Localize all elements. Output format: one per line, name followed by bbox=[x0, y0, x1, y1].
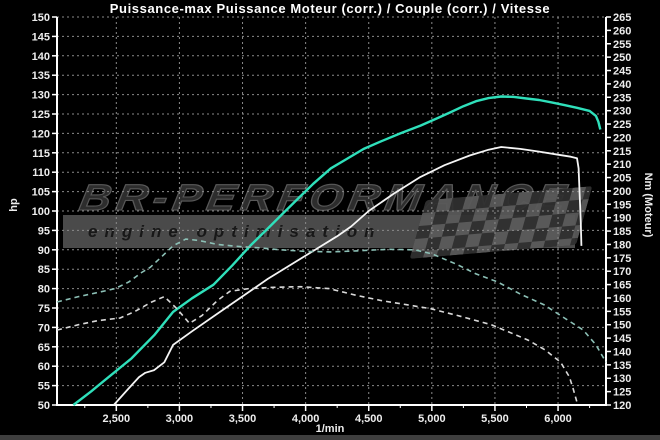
y-left-tick-label: 50 bbox=[38, 400, 50, 412]
y-right-tick-label: 130 bbox=[613, 373, 631, 385]
dyno-chart-screen: Puissance-max Puissance Moteur (corr.) /… bbox=[0, 0, 660, 440]
y-left-tick-label: 150 bbox=[32, 12, 50, 24]
y-right-tick-label: 230 bbox=[613, 106, 631, 118]
y-right-tick-label: 140 bbox=[613, 346, 631, 358]
y-right-tick-label: 150 bbox=[613, 320, 631, 332]
y-right-tick-label: 200 bbox=[613, 186, 631, 198]
y-right-tick-label: 225 bbox=[613, 119, 631, 131]
y-right-tick-label: 190 bbox=[613, 213, 631, 225]
y-left-tick-label: 100 bbox=[32, 206, 50, 218]
y-right-tick-label: 170 bbox=[613, 266, 631, 278]
y-right-tick-label: 125 bbox=[613, 387, 631, 399]
y-left-tick-label: 80 bbox=[38, 284, 50, 296]
x-axis-tick-label: 3,500 bbox=[229, 413, 257, 425]
y-right-tick-label: 120 bbox=[613, 400, 631, 412]
y-right-tick-label: 265 bbox=[613, 12, 631, 24]
curve-couple-corrige-origine bbox=[57, 287, 577, 403]
y-left-tick-label: 110 bbox=[32, 167, 50, 179]
y-right-tick-label: 215 bbox=[613, 146, 631, 158]
x-axis-tick-label: 4,000 bbox=[292, 413, 320, 425]
y-right-tick-label: 185 bbox=[613, 226, 631, 238]
x-axis-tick-label: 6,000 bbox=[544, 413, 572, 425]
y-right-tick-label: 160 bbox=[613, 293, 631, 305]
y-right-tick-label: 145 bbox=[613, 333, 631, 345]
y-left-tick-label: 70 bbox=[38, 322, 50, 334]
y-right-tick-label: 195 bbox=[613, 199, 631, 211]
y-left-tick-label: 90 bbox=[38, 245, 50, 257]
x-axis-tick-label: 3,000 bbox=[166, 413, 194, 425]
y-left-tick-label: 135 bbox=[32, 70, 50, 82]
y-left-tick-label: 55 bbox=[38, 381, 50, 393]
y-right-tick-label: 255 bbox=[613, 39, 631, 51]
y-left-tick-label: 65 bbox=[38, 342, 50, 354]
x-axis-tick-label: 2,500 bbox=[103, 413, 131, 425]
y-right-tick-label: 135 bbox=[613, 360, 631, 372]
y-right-tick-label: 165 bbox=[613, 280, 631, 292]
x-axis-tick-label: 5,000 bbox=[418, 413, 446, 425]
y-right-tick-label: 210 bbox=[613, 159, 631, 171]
y-left-tick-label: 105 bbox=[32, 187, 50, 199]
y-left-tick-label: 85 bbox=[38, 264, 50, 276]
x-axis-tick-label: 5,500 bbox=[481, 413, 509, 425]
y-left-tick-label: 95 bbox=[38, 225, 50, 237]
y-left-tick-label: 145 bbox=[32, 31, 50, 43]
curve-couple-corrige-optimise bbox=[57, 239, 606, 362]
y-right-tick-label: 180 bbox=[613, 239, 631, 251]
y-right-tick-label: 205 bbox=[613, 173, 631, 185]
y-right-tick-label: 155 bbox=[613, 306, 631, 318]
y-right-tick-label: 250 bbox=[613, 52, 631, 64]
y-left-tick-label: 75 bbox=[38, 303, 50, 315]
y-left-tick-label: 120 bbox=[32, 128, 50, 140]
y-right-tick-label: 220 bbox=[613, 132, 631, 144]
y-right-tick-label: 245 bbox=[613, 66, 631, 78]
y-right-tick-label: 175 bbox=[613, 253, 631, 265]
y-right-tick-label: 235 bbox=[613, 92, 631, 104]
y-left-tick-label: 115 bbox=[32, 148, 50, 160]
y-left-tick-label: 140 bbox=[32, 51, 50, 63]
curve-puissance-corrigee-optimisee bbox=[73, 97, 600, 406]
y-left-tick-label: 60 bbox=[38, 361, 50, 373]
x-axis-tick-label: 4,500 bbox=[355, 413, 383, 425]
y-left-tick-label: 125 bbox=[32, 109, 50, 121]
dyno-chart-plot: 1501451401351301251201151101051009590858… bbox=[0, 0, 660, 440]
y-right-tick-label: 240 bbox=[613, 79, 631, 91]
y-right-tick-label: 260 bbox=[613, 25, 631, 37]
y-left-tick-label: 130 bbox=[32, 90, 50, 102]
